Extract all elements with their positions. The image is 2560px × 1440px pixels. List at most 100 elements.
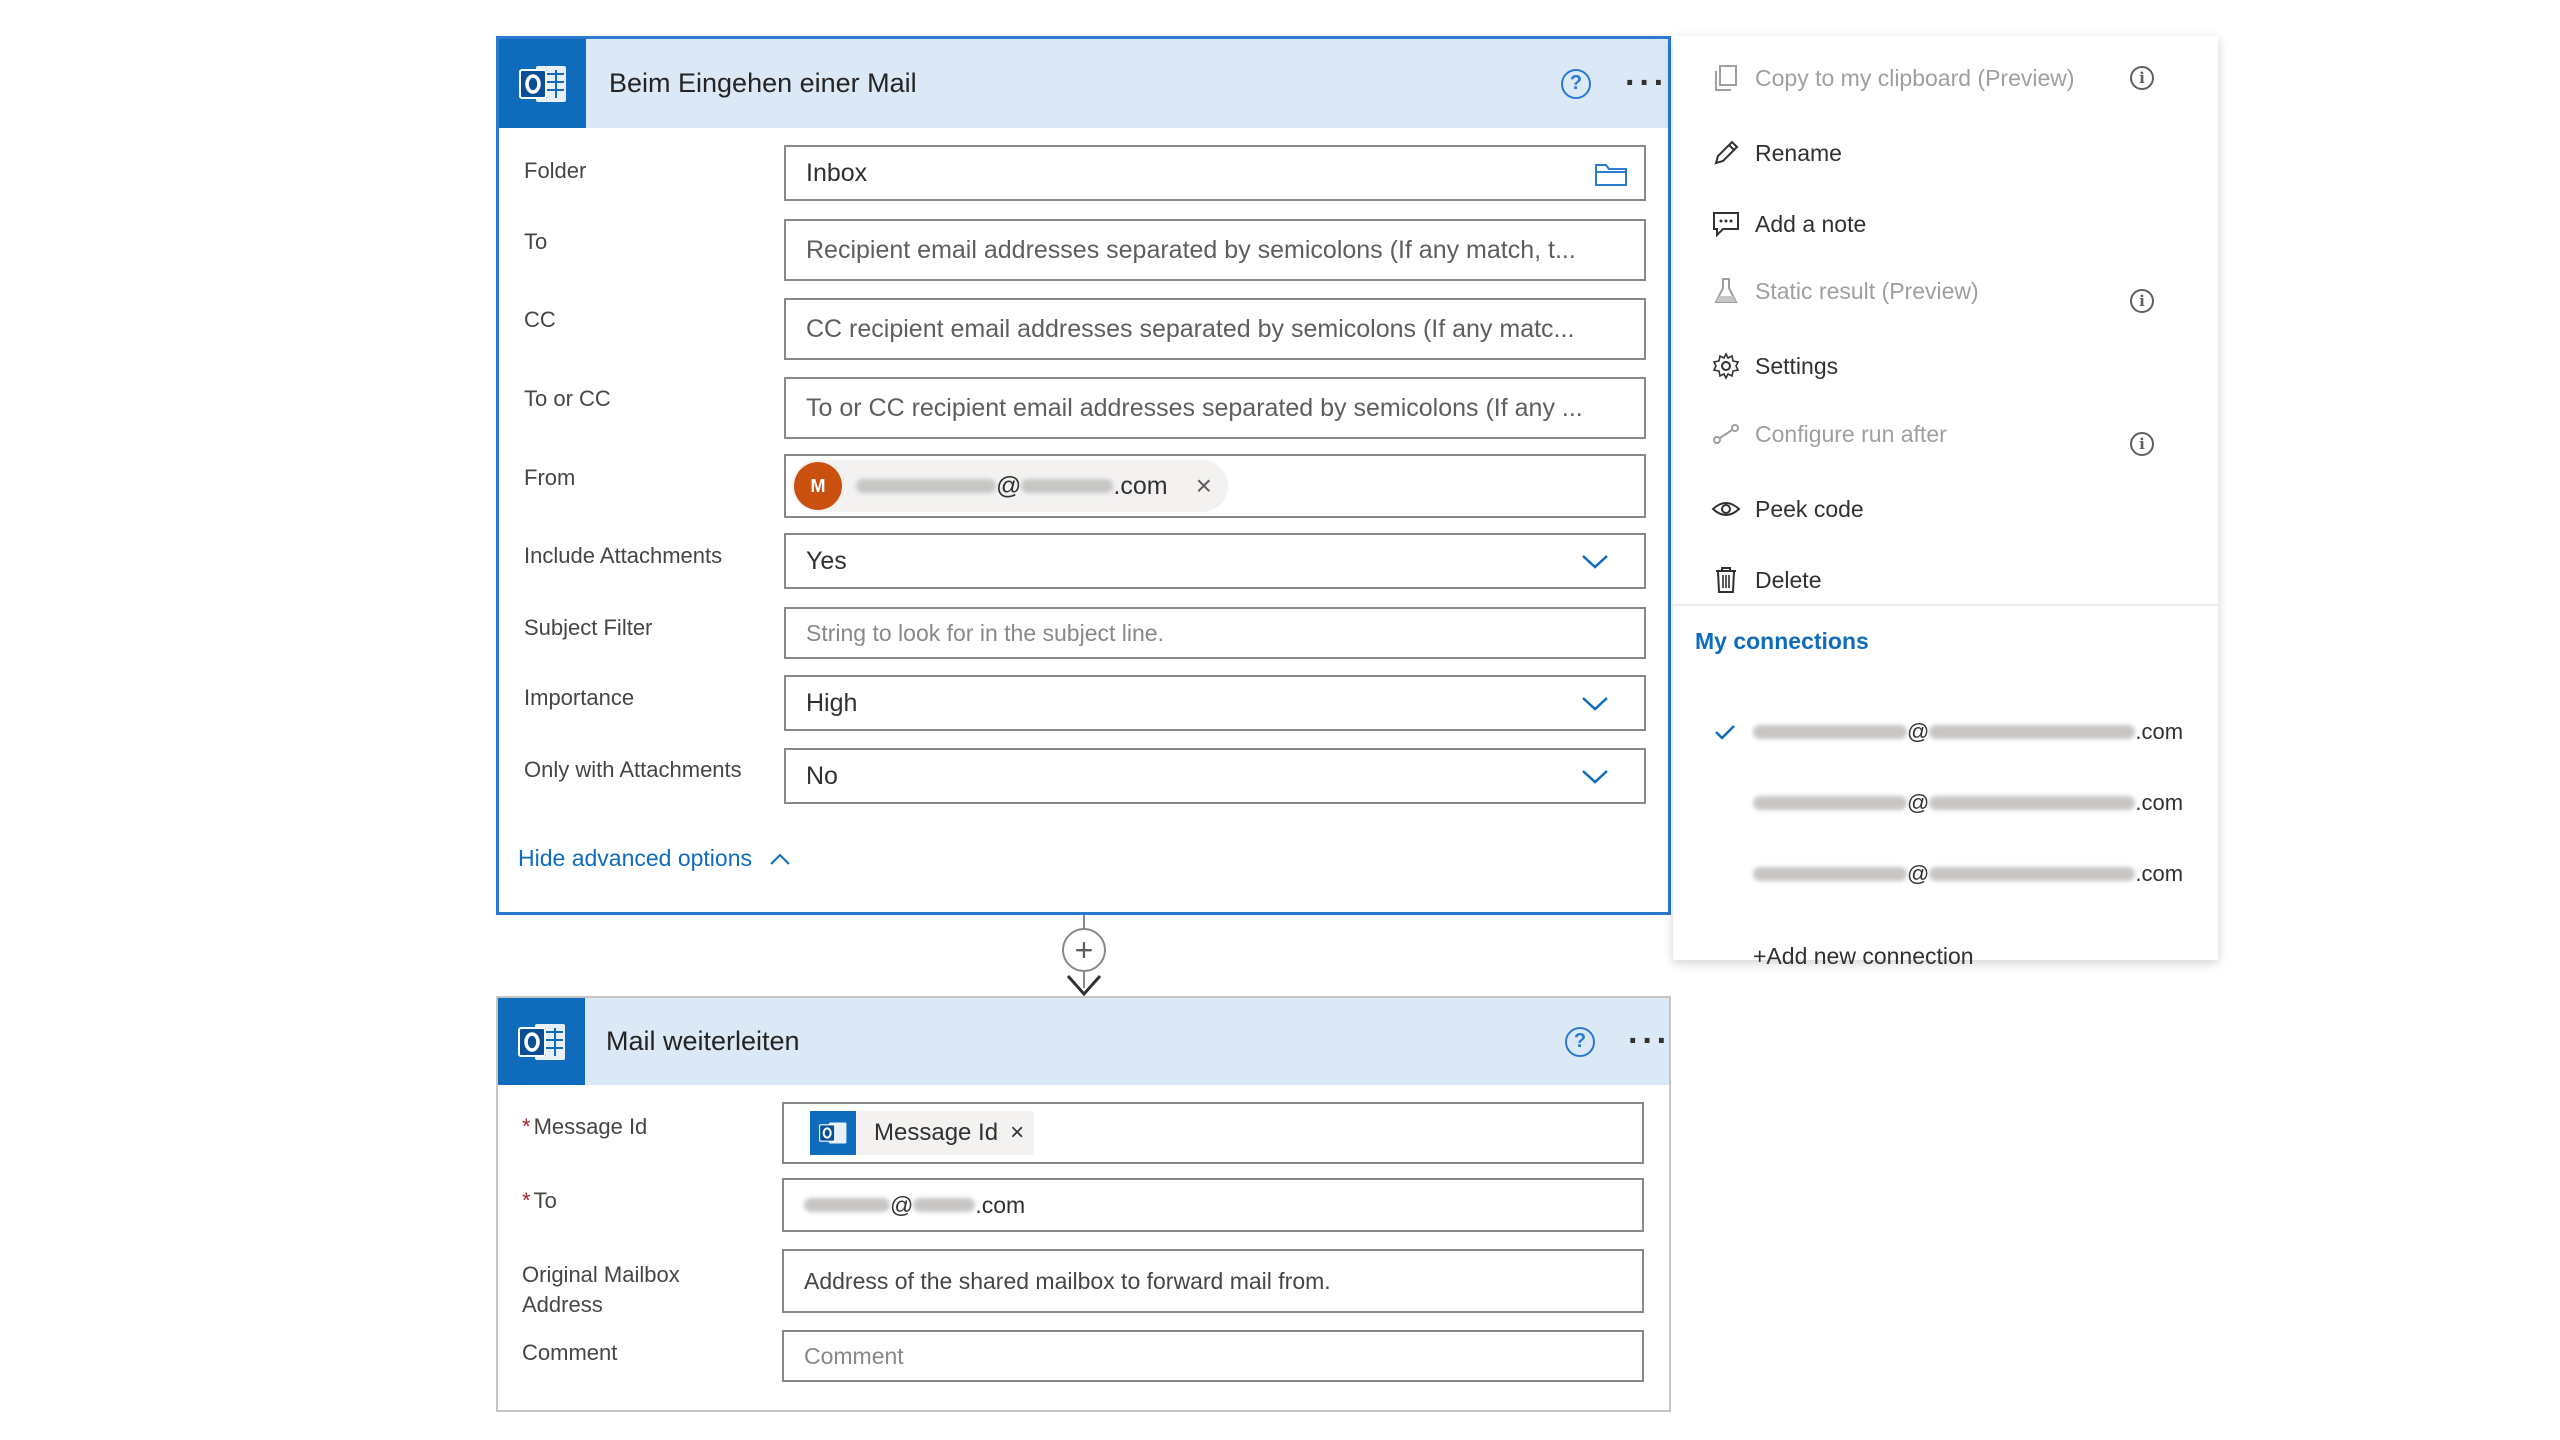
importance-dropdown[interactable]: High bbox=[784, 675, 1646, 731]
menu-item-delete[interactable]: Delete bbox=[1673, 552, 2218, 608]
message-id-token-label: Message Id bbox=[874, 1119, 999, 1146]
connection-suffix: .com bbox=[2135, 861, 2184, 886]
to-label: To bbox=[524, 229, 548, 254]
hide-advanced-options-link[interactable]: Hide advanced options bbox=[518, 845, 792, 872]
menu-item-peek-code[interactable]: Peek code bbox=[1673, 481, 2218, 537]
more-options-icon[interactable]: ··· bbox=[1628, 1020, 1671, 1064]
include-attachments-value: Yes bbox=[806, 546, 847, 575]
menu-item-label: Copy to my clipboard (Preview) bbox=[1755, 64, 2075, 91]
to-or-cc-input[interactable]: To or CC recipient email addresses separ… bbox=[784, 377, 1646, 439]
gear-icon bbox=[1711, 352, 1741, 380]
action-title[interactable]: Mail weiterleiten bbox=[606, 998, 800, 1085]
remove-token-icon[interactable]: × bbox=[1196, 470, 1212, 502]
outlook-icon bbox=[499, 39, 586, 128]
from-token[interactable]: M @ .com × bbox=[792, 460, 1228, 512]
help-icon[interactable]: ? bbox=[1565, 1026, 1595, 1057]
outlook-icon bbox=[810, 1111, 856, 1155]
subject-filter-input[interactable]: String to look for in the subject line. bbox=[784, 607, 1646, 659]
info-icon[interactable]: i bbox=[2130, 289, 2154, 313]
only-attachments-label: Only with Attachments bbox=[524, 757, 742, 782]
redacted-text bbox=[1929, 725, 2136, 739]
comment-input[interactable]: Comment bbox=[782, 1330, 1644, 1382]
connection-at: @ bbox=[1907, 719, 1930, 744]
more-options-icon[interactable]: ··· bbox=[1625, 62, 1668, 106]
message-id-input[interactable]: Message Id × bbox=[782, 1102, 1644, 1164]
menu-item-configure-run-after[interactable]: Configure run after i bbox=[1673, 406, 2218, 462]
redacted-text bbox=[1753, 725, 1907, 739]
connection-at: @ bbox=[1907, 861, 1930, 886]
only-attachments-dropdown[interactable]: No bbox=[784, 748, 1646, 804]
menu-item-copy-clipboard[interactable]: Copy to my clipboard (Preview) i bbox=[1673, 50, 2218, 106]
subject-filter-label: Subject Filter bbox=[524, 615, 653, 640]
avatar: M bbox=[794, 462, 842, 510]
original-mailbox-label: Original Mailbox Address bbox=[522, 1260, 680, 1320]
connection-item[interactable]: @ .com bbox=[1673, 712, 2218, 752]
action-to-input[interactable]: @ .com bbox=[782, 1178, 1644, 1232]
chevron-down-icon bbox=[1582, 697, 1608, 711]
pencil-icon bbox=[1711, 139, 1741, 167]
menu-item-label: Add a note bbox=[1755, 210, 1867, 237]
menu-item-label: Static result (Preview) bbox=[1755, 277, 1979, 304]
from-domain: .com bbox=[1113, 471, 1168, 500]
connection-item[interactable]: @ .com bbox=[1673, 783, 2218, 823]
message-id-token[interactable]: Message Id × bbox=[810, 1111, 1035, 1155]
menu-item-label: Delete bbox=[1755, 566, 1822, 593]
from-label: From bbox=[524, 465, 576, 490]
menu-item-rename[interactable]: Rename bbox=[1673, 125, 2218, 181]
redacted-text bbox=[1021, 479, 1114, 493]
original-mailbox-label-line1: Original Mailbox bbox=[522, 1262, 680, 1287]
comment-placeholder: Comment bbox=[804, 1342, 904, 1369]
redacted-text bbox=[1929, 867, 2136, 881]
info-icon[interactable]: i bbox=[2130, 432, 2154, 456]
run-after-icon bbox=[1711, 420, 1741, 448]
note-icon bbox=[1711, 210, 1741, 238]
original-mailbox-input[interactable]: Address of the shared mailbox to forward… bbox=[782, 1249, 1644, 1313]
action-card-header[interactable]: Mail weiterleiten ? ··· bbox=[498, 998, 1669, 1085]
redacted-text bbox=[1753, 796, 1907, 810]
folder-picker-icon[interactable] bbox=[1594, 161, 1628, 187]
to-domain: .com bbox=[975, 1191, 1026, 1218]
action-card[interactable]: Mail weiterleiten ? ··· * Message Id Mess… bbox=[496, 996, 1671, 1412]
include-attachments-dropdown[interactable]: Yes bbox=[784, 533, 1646, 589]
to-or-cc-placeholder: To or CC recipient email addresses separ… bbox=[806, 393, 1583, 422]
redacted-text bbox=[913, 1198, 976, 1212]
arrow-down-icon bbox=[1066, 975, 1102, 997]
folder-value: Inbox bbox=[806, 158, 868, 187]
copy-icon bbox=[1711, 64, 1741, 92]
chevron-down-icon bbox=[1582, 770, 1608, 784]
menu-item-add-note[interactable]: Add a note bbox=[1673, 196, 2218, 252]
trigger-card[interactable]: Beim Eingehen einer Mail ? ··· Folder In… bbox=[496, 36, 1671, 915]
menu-item-static-result[interactable]: Static result (Preview) i bbox=[1673, 263, 2218, 319]
connection-account: @ .com bbox=[1753, 712, 2183, 752]
redacted-text bbox=[804, 1198, 890, 1212]
context-menu: Copy to my clipboard (Preview) i Rename … bbox=[1673, 36, 2218, 969]
trigger-title[interactable]: Beim Eingehen einer Mail bbox=[609, 39, 917, 128]
message-id-label-text: Message Id bbox=[533, 1114, 648, 1139]
from-at: @ bbox=[996, 471, 1022, 500]
outlook-icon bbox=[498, 998, 585, 1085]
connection-suffix: .com bbox=[2135, 719, 2184, 744]
to-input[interactable]: Recipient email addresses separated by s… bbox=[784, 219, 1646, 281]
remove-token-icon[interactable]: × bbox=[1010, 1119, 1024, 1147]
connection-item[interactable]: @ .com bbox=[1673, 854, 2218, 894]
trigger-card-header[interactable]: Beim Eingehen einer Mail ? ··· bbox=[499, 39, 1668, 128]
menu-item-label: Rename bbox=[1755, 139, 1842, 166]
action-to-label: * To bbox=[522, 1188, 557, 1214]
redacted-text bbox=[1753, 867, 1907, 881]
from-input[interactable]: M @ .com × bbox=[784, 454, 1646, 518]
help-icon[interactable]: ? bbox=[1561, 68, 1591, 99]
info-icon[interactable]: i bbox=[2130, 66, 2154, 90]
to-placeholder: Recipient email addresses separated by s… bbox=[806, 235, 1576, 264]
menu-divider bbox=[1673, 604, 2218, 606]
subject-filter-placeholder: String to look for in the subject line. bbox=[806, 619, 1164, 646]
add-new-connection-link[interactable]: +Add new connection bbox=[1753, 943, 1974, 970]
folder-field[interactable]: Inbox bbox=[784, 145, 1646, 201]
add-step-icon[interactable]: + bbox=[1062, 928, 1106, 972]
menu-item-settings[interactable]: Settings bbox=[1673, 338, 2218, 394]
only-attachments-value: No bbox=[806, 761, 838, 790]
menu-item-label: Settings bbox=[1755, 352, 1839, 379]
redacted-text bbox=[1929, 796, 2136, 810]
original-mailbox-label-line2: Address bbox=[522, 1292, 603, 1317]
required-mark: * bbox=[522, 1188, 531, 1213]
cc-input[interactable]: CC recipient email addresses separated b… bbox=[784, 298, 1646, 360]
